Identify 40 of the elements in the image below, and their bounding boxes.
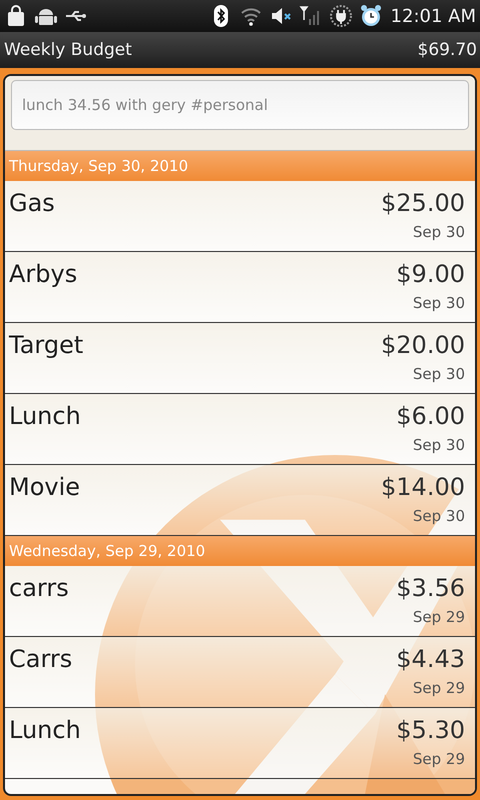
alarm-icon xyxy=(358,4,383,28)
expense-row[interactable]: Gas $25.00 Sep 30 xyxy=(5,181,475,252)
date-header: Wednesday, Sep 29, 2010 xyxy=(5,536,475,566)
date-header: Thursday, Sep 30, 2010 xyxy=(5,151,475,181)
expense-input-field[interactable]: lunch 34.56 with gery #personal xyxy=(11,80,469,130)
charging-icon xyxy=(328,4,353,28)
clock-time: 12:01 AM xyxy=(390,6,476,26)
expense-name: carrs xyxy=(9,573,69,604)
expense-date: Sep 30 xyxy=(412,507,465,525)
expense-amount: $4.43 xyxy=(396,645,465,673)
expense-name: Gas xyxy=(9,188,55,219)
expense-date: Sep 29 xyxy=(412,679,465,697)
expense-name: Lunch xyxy=(9,715,81,746)
expense-name: Movie xyxy=(9,472,80,503)
expense-date: Sep 30 xyxy=(412,436,465,454)
expense-amount: $14.00 xyxy=(381,473,465,501)
expense-amount: $25.00 xyxy=(381,189,465,217)
expense-row[interactable]: Target $20.00 Sep 30 xyxy=(5,323,475,394)
expense-name: Lunch xyxy=(9,401,81,432)
expense-row[interactable]: Lunch $6.00 Sep 30 xyxy=(5,394,475,465)
expense-amount: $6.00 xyxy=(396,402,465,430)
expense-date: Sep 29 xyxy=(412,750,465,768)
expense-name: Arbys xyxy=(9,259,78,290)
expense-row[interactable]: Movie $14.00 Sep 30 xyxy=(5,465,475,536)
budget-total: $69.70 xyxy=(418,40,477,60)
app-title: Weekly Budget xyxy=(4,40,132,60)
expense-row[interactable]: carrs $3.56 Sep 29 xyxy=(5,566,475,637)
expense-amount: $5.30 xyxy=(396,716,465,744)
expense-amount: $9.00 xyxy=(396,260,465,288)
expense-date: Sep 30 xyxy=(412,223,465,241)
expense-amount: $3.56 xyxy=(396,574,465,602)
expense-name: Carrs xyxy=(9,644,72,675)
expense-name: Target xyxy=(9,330,84,361)
expense-amount: $20.00 xyxy=(381,331,465,359)
expense-row[interactable]: Arbys $9.00 Sep 30 xyxy=(5,252,475,323)
expense-row[interactable]: Lunch $5.30 Sep 29 xyxy=(5,708,475,779)
expense-date: Sep 30 xyxy=(412,294,465,312)
expense-row[interactable]: Carrs $4.43 Sep 29 xyxy=(5,637,475,708)
expense-date: Sep 29 xyxy=(412,608,465,626)
expense-date: Sep 30 xyxy=(412,365,465,383)
